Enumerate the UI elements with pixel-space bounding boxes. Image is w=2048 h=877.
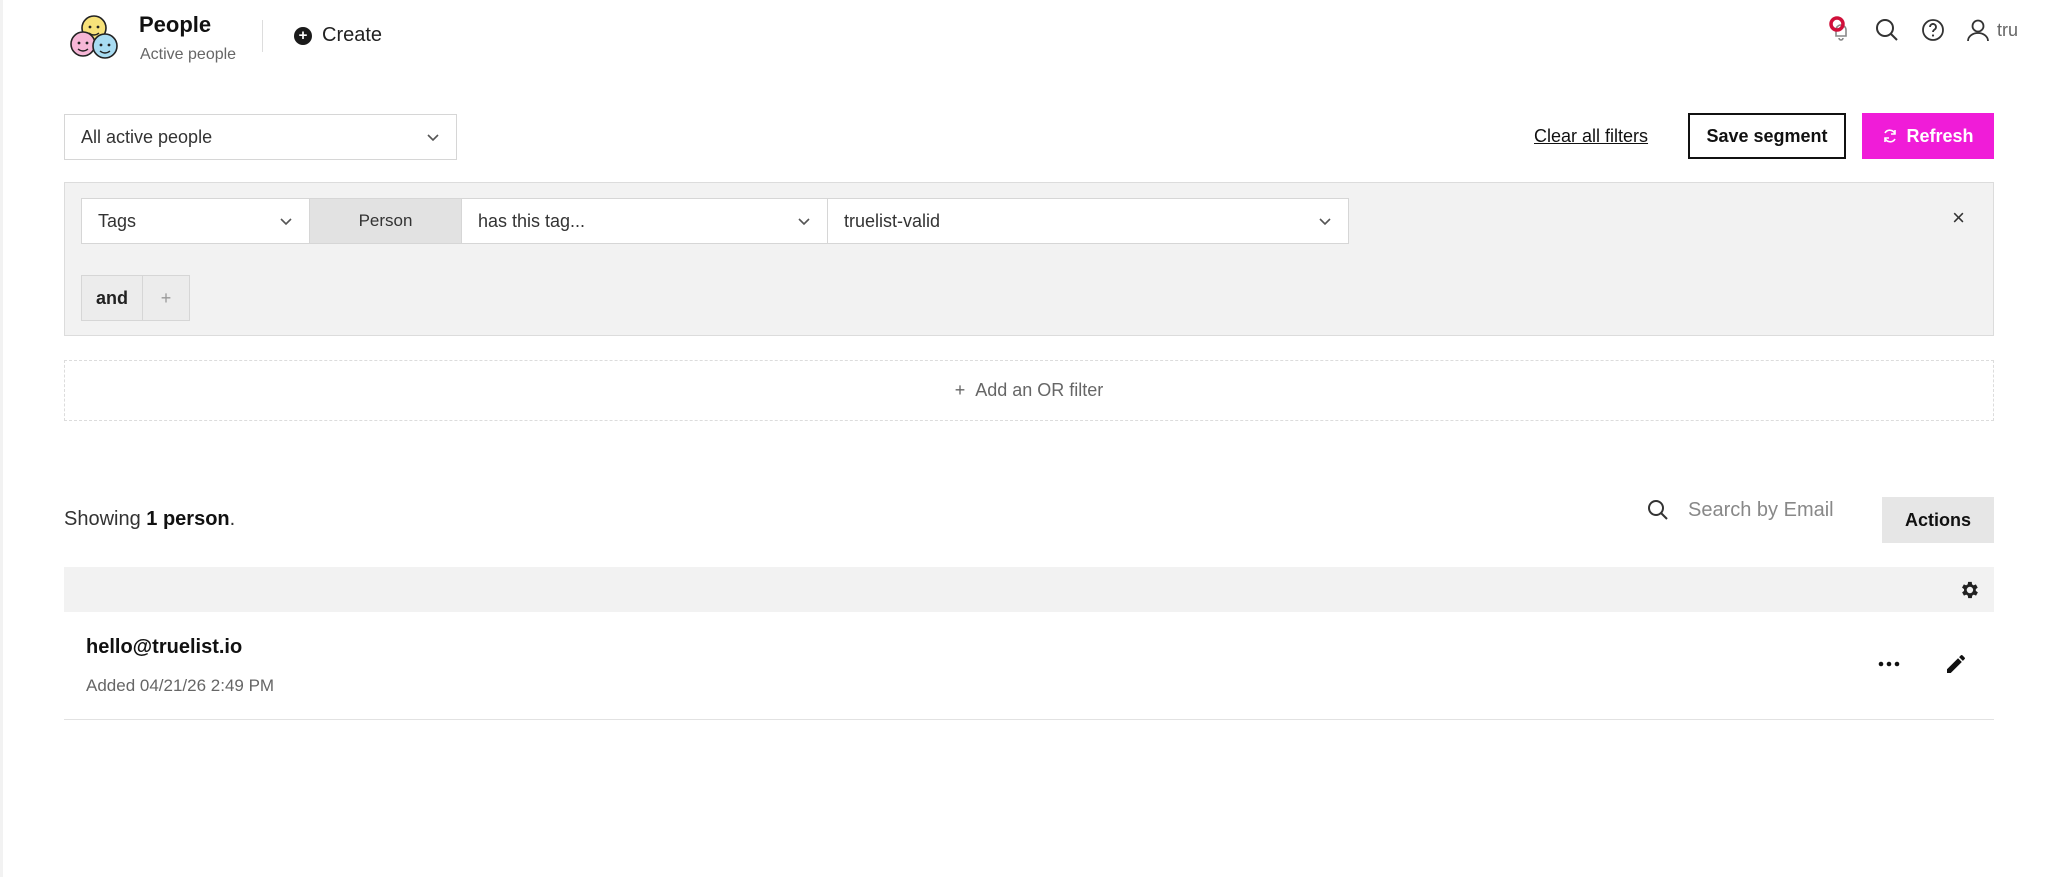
filter-field-dropdown[interactable]: Tags	[81, 198, 310, 244]
page-subtitle: Active people	[140, 46, 237, 63]
save-segment-button[interactable]: Save segment	[1688, 113, 1846, 159]
help-icon[interactable]	[1919, 16, 1947, 44]
results-suffix: .	[229, 508, 236, 530]
more-options-icon[interactable]	[1874, 652, 1904, 676]
plus-circle-icon: +	[294, 26, 312, 45]
results-count: Showing 1 person.	[64, 508, 235, 531]
refresh-button[interactable]: Refresh	[1862, 113, 1994, 159]
add-and-condition-button[interactable]: +	[143, 275, 190, 321]
and-button[interactable]: and	[81, 275, 143, 321]
notification-bell-icon[interactable]	[1827, 16, 1855, 44]
person-email[interactable]: hello@truelist.io	[86, 636, 242, 659]
segment-dropdown[interactable]: All active people	[64, 114, 457, 160]
chevron-down-icon	[1319, 218, 1331, 226]
add-or-filter-button[interactable]: + Add an OR filter	[64, 360, 1994, 421]
person-added-date: Added 04/21/26 2:49 PM	[86, 676, 275, 695]
results-count-value: 1 person	[146, 508, 230, 530]
search-icon	[1648, 500, 1668, 520]
page-title: People	[139, 12, 212, 37]
people-logo-icon	[66, 8, 122, 64]
or-filter-label: Add an OR filter	[975, 380, 1104, 400]
search-by-email-input[interactable]	[1688, 498, 1868, 522]
create-button[interactable]: + Create	[294, 24, 382, 47]
table-header	[64, 567, 1994, 612]
create-label: Create	[322, 24, 383, 46]
gear-icon[interactable]	[1958, 579, 1980, 601]
filter-group: Tags Person has this tag... truelist-val…	[64, 182, 1994, 336]
results-prefix: Showing	[64, 508, 141, 530]
refresh-label: Refresh	[1906, 125, 1974, 146]
user-name: tru	[1996, 19, 2018, 40]
or-plus-icon: +	[954, 380, 966, 400]
user-icon	[1967, 19, 1989, 42]
email-search	[1646, 498, 1868, 522]
chevron-down-icon	[798, 218, 810, 226]
user-menu[interactable]: tru	[1965, 17, 2018, 43]
actions-button[interactable]: Actions	[1882, 497, 1994, 543]
header-divider	[262, 20, 263, 52]
clear-all-filters-link[interactable]: Clear all filters	[1534, 126, 1648, 147]
page-edge	[0, 0, 3, 877]
refresh-icon	[1884, 129, 1897, 143]
filter-row: Tags Person has this tag... truelist-val…	[81, 198, 1349, 244]
table-row[interactable]: hello@truelist.io Added 04/21/26 2:49 PM	[64, 612, 1994, 720]
filter-condition-dropdown[interactable]: has this tag...	[462, 198, 828, 244]
filter-condition-value: has this tag...	[478, 210, 586, 231]
remove-filter-button[interactable]: ×	[1952, 207, 1965, 229]
filter-value-dropdown[interactable]: truelist-valid	[828, 198, 1349, 244]
search-icon[interactable]	[1873, 16, 1901, 44]
header-actions: tru	[1827, 16, 2018, 44]
app-header: People Active people + Create tru	[0, 0, 2048, 70]
chevron-down-icon	[427, 134, 439, 142]
filter-scope-toggle[interactable]: Person	[310, 198, 462, 244]
filter-field-value: Tags	[98, 210, 137, 231]
filter-value: truelist-valid	[844, 210, 941, 231]
edit-pencil-icon[interactable]	[1944, 652, 1968, 676]
and-group: and +	[81, 275, 190, 321]
chevron-down-icon	[280, 218, 292, 226]
segment-selected-value: All active people	[81, 126, 213, 147]
